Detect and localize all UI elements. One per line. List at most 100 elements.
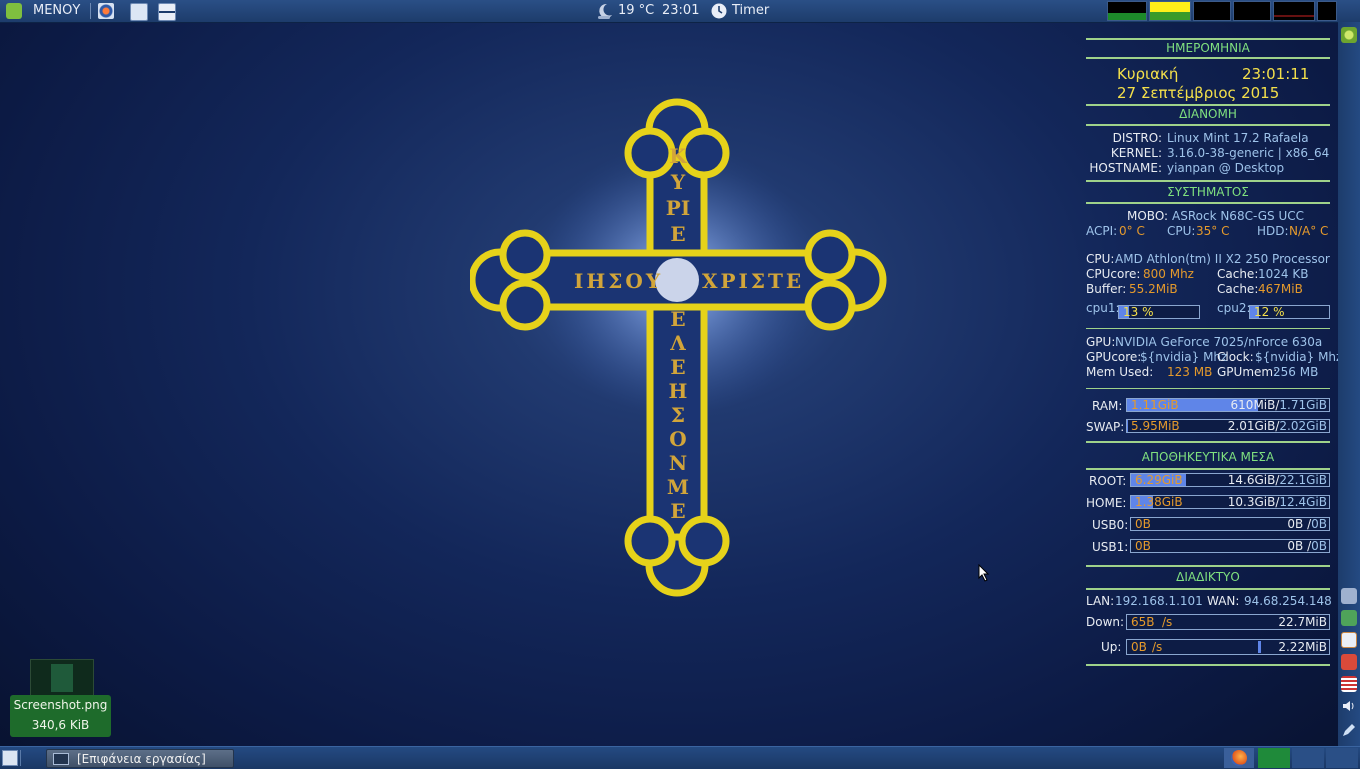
windows-icon[interactable] [158,3,176,21]
cpu2-bar: 12 % [1249,305,1330,319]
swap-free: 2.01GiB [1227,419,1276,433]
panel-separator [90,3,91,19]
load-graph [1233,1,1271,21]
gpu-label: GPU: [1086,335,1116,349]
acpi-label: ACPI: [1086,224,1118,238]
download-graph: 65B /s 22.7MiB [1126,614,1330,630]
workspace-icon[interactable] [1341,27,1357,43]
update-blocked-icon[interactable] [1341,654,1357,670]
divider [1086,57,1330,59]
divider [1086,202,1330,204]
download-speed-unit: /s [1162,615,1173,629]
ram-free-total: 610MiB/1.71GiB [1231,399,1327,411]
clipboard-icon[interactable] [1341,632,1357,648]
storage-section-title: ΑΠΟΘΗΚΕΥΤΙΚΑ ΜΕΣΑ [1141,450,1275,464]
network-graph [1273,1,1315,21]
hdd-temp-label: HDD: [1257,224,1289,238]
cpu2-label: cpu2: [1217,301,1251,315]
lan-ip: 192.168.1.101 [1115,594,1203,608]
weather-temperature[interactable]: 19 °C [618,0,654,22]
lan-label: LAN: [1086,594,1115,608]
download-label: Down: [1086,615,1125,629]
cpu1-percent: 13 % [1123,305,1154,319]
slash: / [1303,539,1312,553]
shield-check-icon[interactable] [1341,610,1357,626]
cpu-model: AMD Athlon(tm) II X2 250 Processor [1115,252,1330,266]
memused-value: 123 MB [1167,365,1213,379]
workspace-2[interactable] [1292,748,1324,768]
root-bar: 6.29GiB 14.6GiB/22.1GiB [1130,473,1330,487]
divider [1086,588,1330,590]
taskbar-window-button[interactable]: [Επιφάνεια εργασίας] [46,749,234,768]
date-section-title: ΗΜΕΡΟΜΗΝΙΑ [1166,41,1250,55]
window-icon [53,753,69,765]
keyboard-layout-flag-icon[interactable] [1341,676,1357,692]
buffer-value: 55.2MiB [1129,282,1178,296]
pen-icon[interactable] [1341,722,1357,738]
ram-free: 610 [1230,398,1254,412]
divider [1086,124,1330,126]
files-icon[interactable] [130,3,148,21]
swap-label: SWAP: [1086,420,1125,434]
show-desktop-icon[interactable] [2,750,18,766]
acpi-value: 0° C [1119,224,1145,238]
volume-icon[interactable] [1341,698,1357,714]
swap-bar: 5.95MiB 2.01GiB/2.02GiB [1126,419,1330,433]
gpu-model: NVIDIA GeForce 7025/nForce 630a [1115,335,1323,349]
workspace-3[interactable] [1326,748,1358,768]
desktop-file-screenshot[interactable]: Screenshot.png 340,6 KiB [10,659,111,737]
network-manager-icon[interactable] [1341,588,1357,604]
file-name: Screenshot.png [13,698,108,712]
home-free-total: 10.3GiB/12.4GiB [1228,496,1327,508]
browser-icon[interactable] [98,3,114,19]
divider [1086,104,1330,106]
usb1-free: 0B [1287,539,1304,553]
cpucore-value: 800 Mhz [1143,267,1194,281]
timer-clock-icon[interactable] [710,0,728,22]
upload-spike [1258,641,1261,653]
current-time: 23:01:11 [1242,65,1310,83]
system-monitor-graphs[interactable] [1107,0,1360,22]
swap-bar-fill [1127,420,1128,432]
home-total: 12.4GiB [1279,495,1327,509]
disk-graph [1317,1,1337,21]
cpu-label: CPU: [1086,252,1115,266]
divider [1086,468,1330,470]
top-panel: ΜΕΝΟΥ 19 °C 23:01 Timer [0,0,1360,23]
upload-graph: 0B /s 2.22MiB [1126,639,1330,655]
home-free: 10.3GiB [1227,495,1276,509]
mobo-label: MOBO: [1127,209,1169,223]
divider [1086,441,1330,443]
swap-total: 2.02GiB [1279,419,1327,433]
panel-clock[interactable]: 23:01 [662,0,699,22]
hostname-label: HOSTNAME: [1089,161,1162,175]
timer-label[interactable]: Timer [732,0,769,22]
thumbnail-detail [51,664,73,692]
cpu1-label: cpu1: [1086,301,1120,315]
cache-value: 1024 KB [1258,267,1309,281]
hdd-temp-value: N/A° C [1289,224,1329,238]
buffer-label: Buffer: [1086,282,1127,296]
gpu-clock-value: ${nvidia} Mhz [1255,350,1343,364]
cpu-temp-value: 35° C [1196,224,1230,238]
root-total: 22.1GiB [1279,473,1327,487]
kernel-label: KERNEL: [1110,146,1162,160]
gpumem-label: GPUmem: [1217,365,1278,379]
usb0-total: 0B [1311,517,1327,531]
firefox-icon[interactable] [1224,748,1254,768]
usb1-bar: 0B 0B /0B [1130,539,1330,553]
wan-ip: 94.68.254.148 [1244,594,1332,608]
file-label: Screenshot.png 340,6 KiB [10,695,111,737]
workspace-1[interactable] [1258,748,1290,768]
divider [1086,664,1330,666]
usb1-label: USB1: [1092,540,1129,554]
cpucore-label: CPUcore: [1086,267,1141,281]
divider [1086,565,1330,567]
gpu-clock-label: Clock: [1217,350,1254,364]
weather-moon-icon[interactable] [596,0,614,22]
home-bar: 1.38GiB 10.3GiB/12.4GiB [1130,495,1330,509]
mint-logo-icon [6,3,22,19]
ram-used: 1.11GiB [1131,398,1179,412]
root-label: ROOT: [1089,474,1127,488]
usb1-free-total: 0B /0B [1287,540,1327,552]
